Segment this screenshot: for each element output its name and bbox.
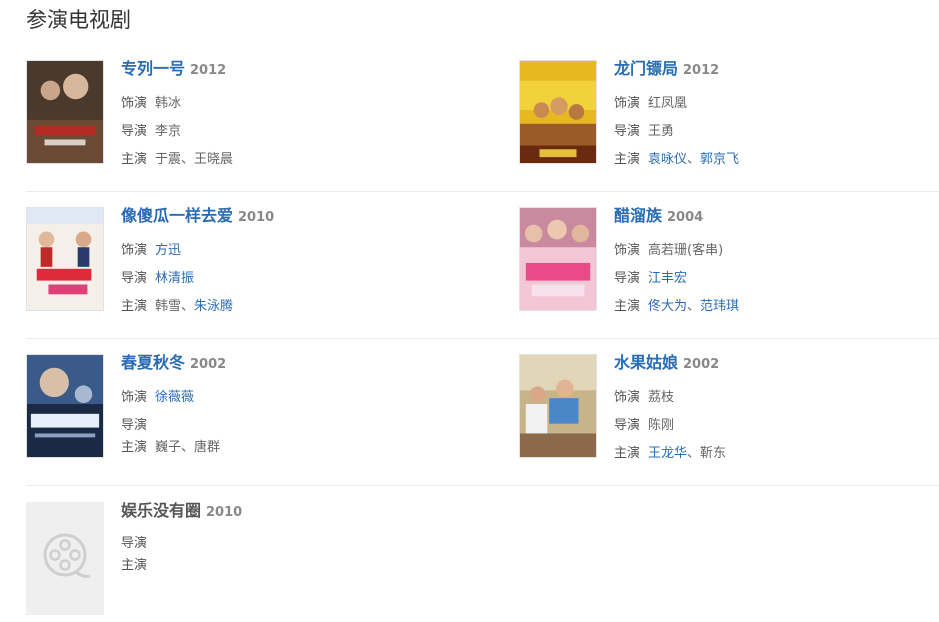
show-card: 像傻瓜一样去爱 2010 饰演 方迅 导演 林清振 主演 韩雪、朱泳腾 bbox=[26, 206, 486, 327]
cast-separator: 、 bbox=[687, 446, 701, 461]
film-reel-icon bbox=[26, 502, 104, 615]
cast-label: 主演 bbox=[121, 299, 148, 314]
show-card: 醋溜族 2004 饰演 高若珊(客串) 导演 江丰宏 主演 佟大为、范玮琪 bbox=[519, 206, 939, 327]
show-card: 龙门镖局 2012 饰演 红凤凰 导演 王勇 主演 袁咏仪、郭京飞 bbox=[519, 59, 939, 180]
poster-image[interactable] bbox=[519, 354, 597, 458]
role-label: 饰演 bbox=[121, 243, 148, 258]
show-title-link[interactable]: 春夏秋冬 bbox=[121, 353, 185, 372]
director-value: 陈刚 bbox=[648, 418, 675, 433]
director-label: 导演 bbox=[614, 271, 641, 286]
role-label: 饰演 bbox=[614, 96, 641, 111]
poster-image[interactable] bbox=[26, 207, 104, 311]
cast-separator: 、 bbox=[181, 299, 195, 314]
director-value: 李京 bbox=[155, 124, 182, 139]
show-title-link[interactable]: 醋溜族 bbox=[614, 206, 662, 225]
role-value-link[interactable]: 方迅 bbox=[155, 243, 181, 258]
show-year: 2002 bbox=[683, 357, 720, 372]
director-value: 王勇 bbox=[648, 124, 675, 139]
poster-image[interactable] bbox=[26, 60, 104, 164]
role-value-link[interactable]: 徐薇薇 bbox=[155, 390, 194, 405]
role-value: 荔枝 bbox=[648, 390, 675, 405]
cast-member-link[interactable]: 佟大为 bbox=[648, 299, 687, 314]
cast-label: 主演 bbox=[121, 558, 148, 573]
show-year: 2002 bbox=[190, 357, 227, 372]
show-year: 2004 bbox=[667, 210, 704, 225]
cast-member-link[interactable]: 朱泳腾 bbox=[194, 299, 233, 314]
show-year: 2012 bbox=[190, 63, 227, 78]
show-year: 2010 bbox=[238, 210, 275, 225]
poster-placeholder[interactable] bbox=[26, 502, 104, 615]
cast-member-link[interactable]: 范玮琪 bbox=[700, 299, 739, 314]
cast-member: 巍子 bbox=[155, 440, 182, 455]
director-value-link[interactable]: 林清振 bbox=[155, 271, 194, 286]
show-year: 2010 bbox=[206, 505, 243, 520]
cast-label: 主演 bbox=[614, 152, 641, 167]
role-label: 饰演 bbox=[121, 390, 148, 405]
cast-separator: 、 bbox=[687, 152, 701, 167]
role-value: 高若珊(客串) bbox=[648, 243, 724, 258]
cast-separator: 、 bbox=[181, 152, 195, 167]
cast-label: 主演 bbox=[614, 446, 641, 461]
poster-image[interactable] bbox=[26, 354, 104, 458]
show-card: 专列一号 2012 饰演 韩冰 导演 李京 主演 于震、王晓晨 bbox=[26, 59, 486, 180]
show-title: 娱乐没有圈 bbox=[121, 501, 202, 520]
director-label: 导演 bbox=[121, 271, 148, 286]
cast-member-link[interactable]: 郭京飞 bbox=[700, 152, 739, 167]
section-title: 参演电视剧 bbox=[26, 8, 131, 32]
cast-member: 韩雪 bbox=[155, 299, 182, 314]
show-title-link[interactable]: 专列一号 bbox=[121, 59, 185, 78]
role-label: 饰演 bbox=[614, 243, 641, 258]
show-card: 春夏秋冬 2002 饰演 徐薇薇 导演 主演 巍子、唐群 bbox=[26, 353, 486, 474]
role-value: 韩冰 bbox=[155, 96, 182, 111]
director-label: 导演 bbox=[614, 418, 641, 433]
director-label: 导演 bbox=[121, 418, 148, 433]
show-card: 娱乐没有圈 2010 导演 主演 bbox=[26, 501, 486, 622]
role-label: 饰演 bbox=[121, 96, 148, 111]
cast-member: 于震 bbox=[155, 152, 182, 167]
show-year: 2012 bbox=[683, 63, 720, 78]
show-title-link[interactable]: 像傻瓜一样去爱 bbox=[121, 206, 233, 225]
cast-member-link[interactable]: 王龙华 bbox=[648, 446, 687, 461]
show-card: 水果姑娘 2002 饰演 荔枝 导演 陈刚 主演 王龙华、靳东 bbox=[519, 353, 939, 474]
cast-label: 主演 bbox=[121, 152, 148, 167]
director-label: 导演 bbox=[121, 124, 148, 139]
cast-member-link[interactable]: 袁咏仪 bbox=[648, 152, 687, 167]
cast-separator: 、 bbox=[687, 299, 701, 314]
director-value-link[interactable]: 江丰宏 bbox=[648, 271, 687, 286]
role-value: 红凤凰 bbox=[648, 96, 688, 111]
cast-member: 靳东 bbox=[700, 446, 727, 461]
poster-image[interactable] bbox=[519, 60, 597, 164]
row-divider bbox=[26, 485, 939, 486]
row-divider bbox=[26, 191, 939, 192]
director-label: 导演 bbox=[121, 536, 148, 551]
cast-member: 王晓晨 bbox=[194, 152, 234, 167]
role-label: 饰演 bbox=[614, 390, 641, 405]
show-title-link[interactable]: 龙门镖局 bbox=[614, 59, 678, 78]
cast-member: 唐群 bbox=[194, 440, 221, 455]
row-divider bbox=[26, 338, 939, 339]
poster-image[interactable] bbox=[519, 207, 597, 311]
show-title-link[interactable]: 水果姑娘 bbox=[614, 353, 678, 372]
cast-separator: 、 bbox=[181, 440, 195, 455]
cast-label: 主演 bbox=[121, 440, 148, 455]
cast-label: 主演 bbox=[614, 299, 641, 314]
director-label: 导演 bbox=[614, 124, 641, 139]
